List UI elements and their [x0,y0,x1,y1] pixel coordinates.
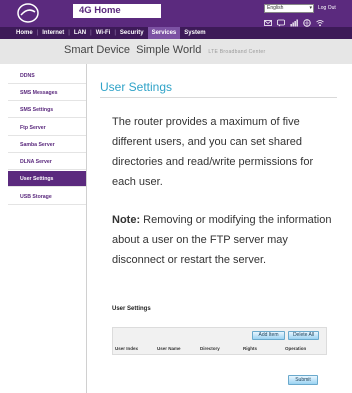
slogan-text: Smart Device Simple World [64,44,202,56]
chevron-down-icon: ▾ [309,5,312,11]
language-value: English [267,5,284,11]
sidebar-item-ddns[interactable]: DDNS [8,68,86,84]
col-user-name: User Name [157,346,181,351]
logout-link[interactable]: Log Out [318,4,336,13]
note-label: Note: [112,214,141,226]
sidebar-item-sms-settings[interactable]: SMS Settings [8,102,86,118]
col-directory: Directory [200,346,220,351]
sidebar-item-samba-server[interactable]: Samba Server [8,137,86,153]
delete-all-button[interactable]: Delete All [288,331,319,340]
sidebar: DDNS SMS Messages SMS Settings Ftp Serve… [8,64,87,393]
user-table: Add Item Delete All User Index User Name… [112,327,327,355]
page-note: Note: Removing or modifying the informat… [112,210,334,270]
sidebar-item-sms-messages[interactable]: SMS Messages [8,85,86,101]
section-title: User Settings [112,306,151,312]
col-operation: Operation [285,346,307,351]
nav-item-wifi[interactable]: Wi-Fi [92,27,115,39]
sidebar-item-user-settings[interactable]: User Settings [8,171,86,187]
product-name: 4G Home Gateway [73,4,161,30]
col-user-index: User Index [115,346,139,351]
sidebar-item-dlna-server[interactable]: DLNA Server [8,154,86,170]
nav-item-lan[interactable]: LAN [70,27,90,39]
submit-button[interactable]: Submit [288,375,318,385]
col-rights: Rights [243,346,257,351]
page-description: The router provides a maximum of five di… [112,116,314,188]
nav-item-services[interactable]: Services [147,27,181,39]
nav-item-security[interactable]: Security [116,27,148,39]
banner-slogan: Smart Device Simple World LTE Broadband … [64,44,265,56]
network-icon [303,14,311,27]
nav-item-system[interactable]: System [180,27,209,39]
page-title: User Settings [100,80,173,94]
sms-icon[interactable] [277,14,285,27]
status-icon-bar [264,14,324,27]
wifi-icon [316,14,324,27]
top-header: 4G Home Gateway English ▾ Log Out [0,0,352,30]
main-nav: Home | Internet | LAN | Wi-Fi | Security… [0,27,352,39]
note-text: Removing or modifying the information ab… [112,214,332,266]
signal-icon [290,14,298,27]
sidebar-item-usb-storage[interactable]: USB Storage [8,189,86,205]
brand-logo-icon [17,3,39,23]
add-item-button[interactable]: Add Item [252,331,285,340]
nav-item-internet[interactable]: Internet [38,27,68,39]
table-header-row: User Index User Name Directory Rights Op… [113,343,326,355]
nav-item-home[interactable]: Home [12,27,37,39]
slogan-subtext: LTE Broadband Center [208,49,266,55]
language-select[interactable]: English ▾ [264,4,314,13]
mail-icon[interactable] [264,14,272,26]
title-divider [100,97,337,98]
sidebar-item-ftp-server[interactable]: Ftp Server [8,120,86,136]
banner: Smart Device Simple World LTE Broadband … [0,39,352,64]
